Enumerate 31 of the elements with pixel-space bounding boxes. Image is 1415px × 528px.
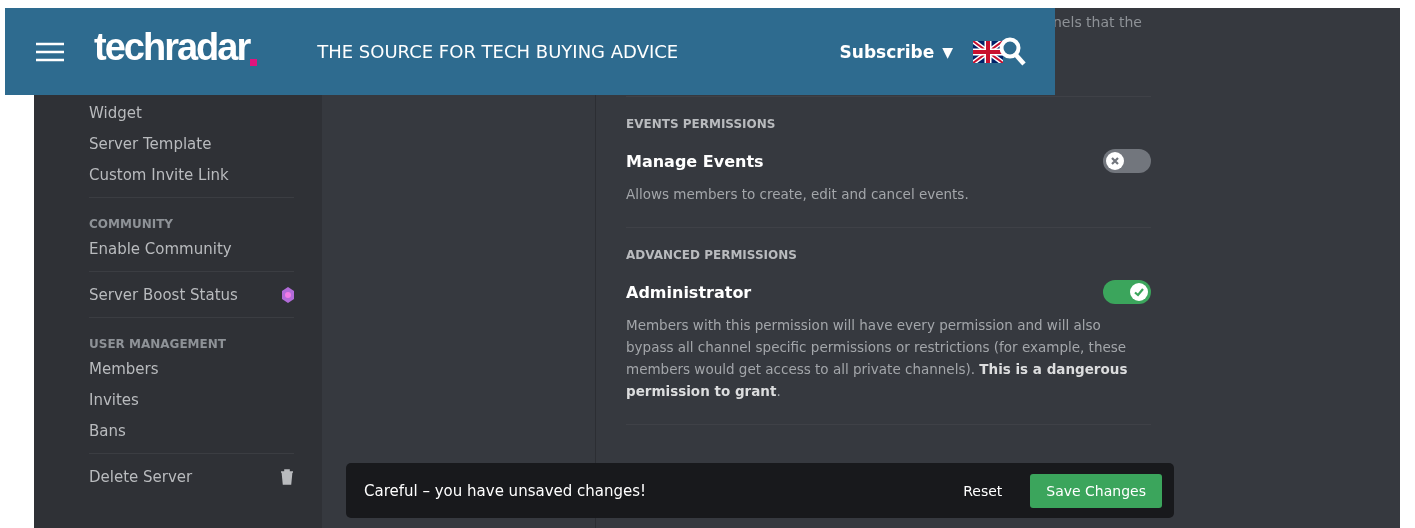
sidebar-item[interactable]: Invites (89, 384, 294, 415)
trash-icon (280, 468, 294, 485)
flag-icon[interactable] (973, 40, 1003, 63)
subscribe-button[interactable]: Subscribe ▼ (839, 41, 953, 62)
section-heading: ADVANCED PERMISSIONS (626, 248, 798, 262)
tagline: THE SOURCE FOR TECH BUYING ADVICE (317, 41, 679, 62)
reset-button[interactable]: Reset (959, 476, 1007, 505)
gem-icon (282, 286, 294, 303)
sidebar-heading: USER MANAGEMENT (89, 336, 227, 353)
sidebar-heading: COMMUNITY (89, 216, 175, 233)
toggle-knob (1106, 152, 1124, 170)
sidebar-item[interactable]: Server Template (89, 128, 294, 159)
sidebar-item[interactable]: Enable Community (89, 233, 294, 264)
warning-message: Careful – you have unsaved changes! (364, 481, 648, 500)
sidebar-item[interactable]: Delete Server (89, 461, 294, 492)
section-heading: EVENTS PERMISSIONS (626, 117, 777, 131)
toggle-switch[interactable] (1103, 149, 1151, 173)
sidebar-item[interactable]: Custom Invite Link (89, 159, 294, 190)
site-logo[interactable]: techradar (94, 26, 250, 69)
toggle-switch[interactable] (1103, 280, 1151, 304)
permission-description: Allows members to create, edit and cancel events. (626, 185, 970, 204)
sidebar-item[interactable]: Server Boost Status (89, 279, 294, 310)
search-icon[interactable] (999, 36, 1027, 67)
sidebar-item[interactable]: Bans (89, 415, 294, 446)
sidebar-item[interactable]: Widget (89, 97, 294, 128)
sidebar-item[interactable]: Members (89, 353, 294, 384)
toggle-knob (1130, 283, 1148, 301)
permission-name: Manage Events (626, 151, 764, 171)
menu-icon[interactable] (36, 41, 64, 62)
permission-description: Members with this permission will have every permission and will also bypass all channel specific permissions or restrictions (for example, these members would get access to all private channels). This is a dangerous permission to grant. (626, 316, 1129, 401)
permission-name: Administrator (626, 282, 752, 302)
